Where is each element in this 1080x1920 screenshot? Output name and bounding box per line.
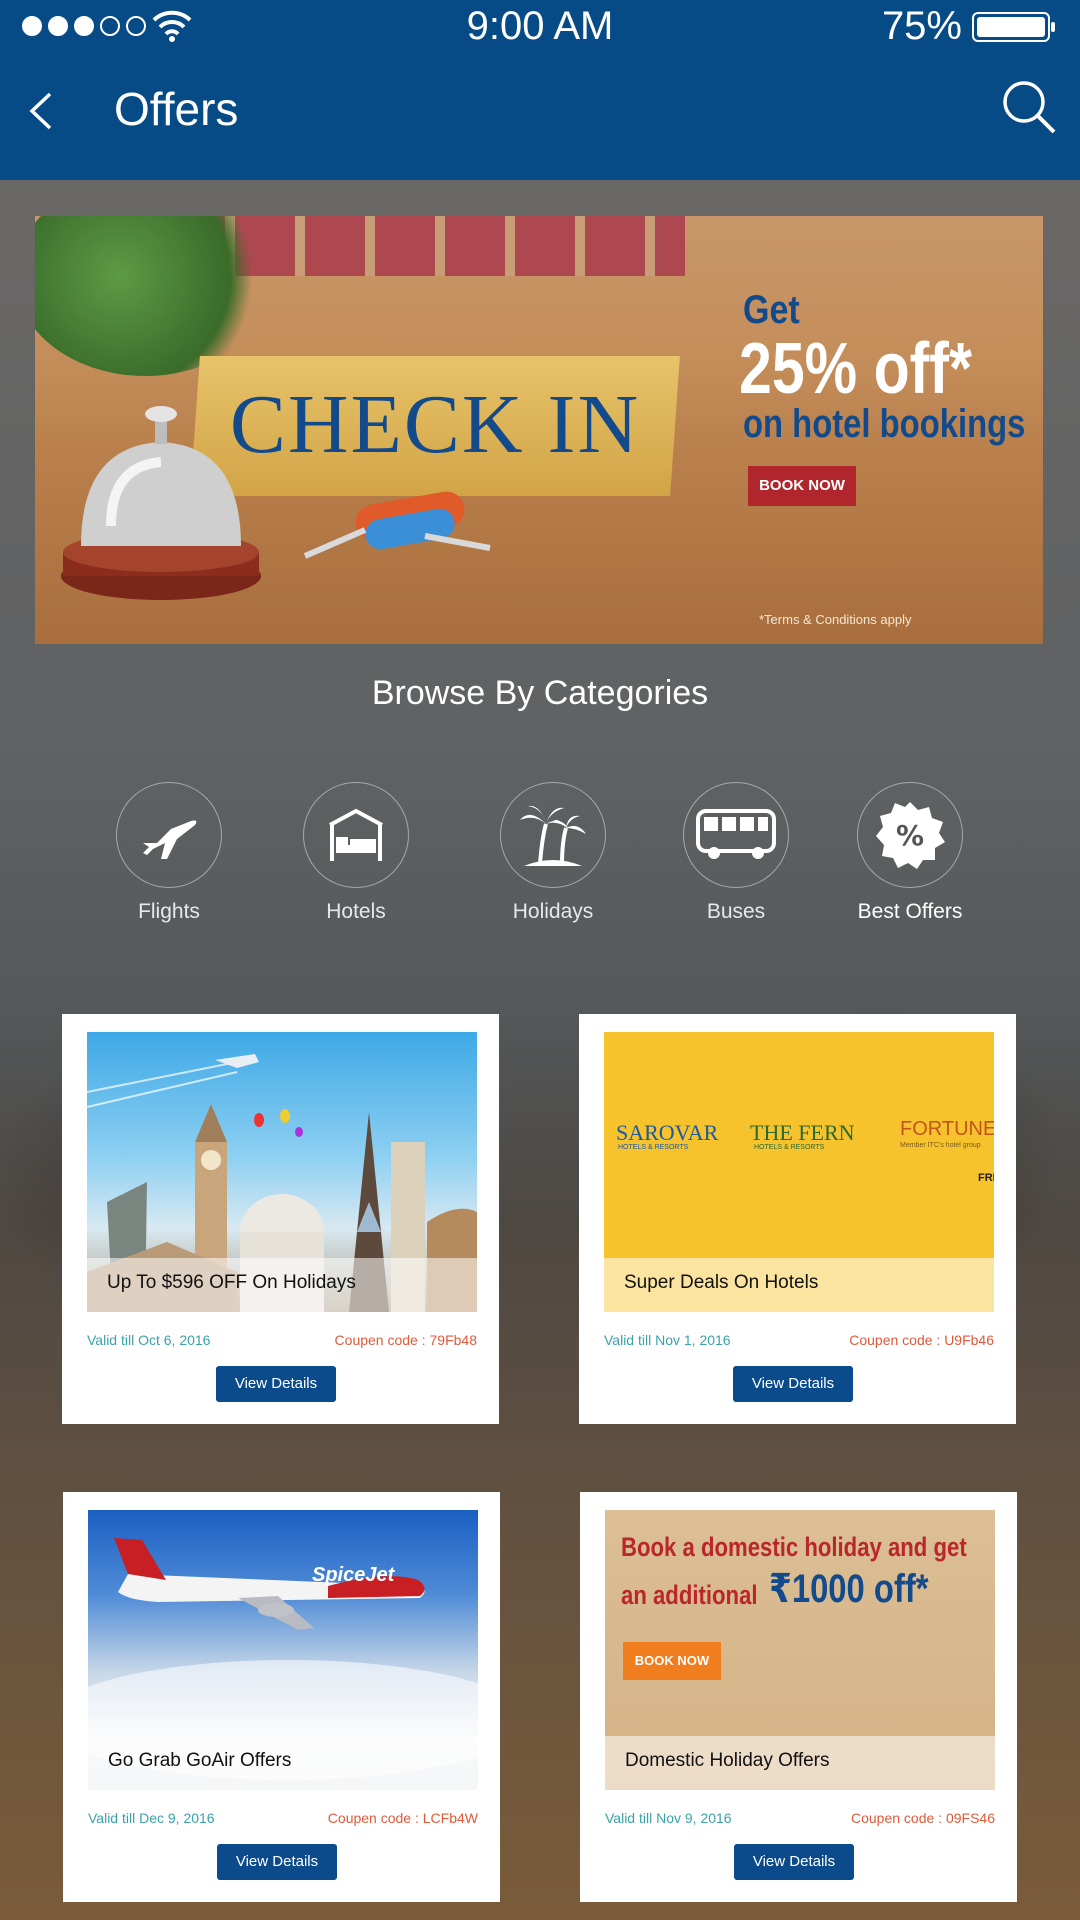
service-bell-icon [61,406,261,600]
category-flights[interactable]: Flights [89,782,249,924]
offer-coupon-code: Coupen code : LCFb4W [327,1810,478,1826]
category-label: Holidays [512,900,594,923]
banner-plant-decor [35,216,275,376]
svg-text:%: % [896,819,924,852]
offer-image-hotel-brands: SAROVAR HOTELS & RESORTS THE FERN HOTELS… [604,1032,994,1312]
offer-caption: Domestic Holiday Offers [605,1736,995,1790]
offer-image-airplane: SpiceJet Go Grab GoAir Offers [88,1510,478,1790]
view-details-button[interactable]: View Details [734,1844,854,1880]
hotel-bed-icon [329,808,383,861]
offer-coupon-code: Coupen code : 09FS46 [851,1810,995,1826]
view-details-button[interactable]: View Details [216,1366,336,1402]
search-icon[interactable] [1000,78,1058,136]
app-header: 9:00 AM 75% Offers [0,0,1080,180]
category-holidays[interactable]: Holidays [473,782,633,924]
palm-tree-icon [520,805,586,866]
offer-image-landmarks: Up To $596 OFF On Holidays [87,1032,477,1312]
brand-sarovar-sub: HOTELS & RESORTS [618,1144,689,1151]
offer-caption: Up To $596 OFF On Holidays [87,1258,477,1312]
keys-icon [303,491,491,559]
battery-icon [972,12,1055,42]
banner-terms: *Terms & Conditions apply [759,612,912,627]
promo-line1: Book a domestic holiday and get [621,1532,967,1562]
category-hotels[interactable]: Hotels [276,782,436,924]
brand-fortune-sub: Member ITC's hotel group [900,1142,981,1149]
status-bar: 9:00 AM 75% [0,0,1080,52]
battery-percent: 75% [881,4,962,48]
offer-valid-date: Valid till Dec 9, 2016 [88,1810,215,1826]
offer-valid-date: Valid till Oct 6, 2016 [87,1332,211,1348]
offer-card[interactable]: Up To $596 OFF On Holidays Valid till Oc… [62,1014,499,1424]
offer-valid-date: Valid till Nov 9, 2016 [605,1810,732,1826]
offer-card[interactable]: Book a domestic holiday and get an addit… [580,1492,1017,1902]
spicejet-logo-text: SpiceJet [312,1564,395,1586]
promo-line2b: ₹1000 off* [769,1567,929,1611]
promo-line2a: an additional [621,1580,758,1610]
brand-fortune: FORTUNE [900,1118,994,1140]
offer-image-domestic-promo: Book a domestic holiday and get an addit… [605,1510,995,1790]
page-title: Offers [114,83,239,135]
offer-card[interactable]: SAROVAR HOTELS & RESORTS THE FERN HOTELS… [579,1014,1016,1424]
offer-card[interactable]: SpiceJet Go Grab GoAir Offers Valid till… [63,1492,500,1902]
promo-book-now-button[interactable]: BOOK NOW [623,1642,721,1680]
banner-book-now-button[interactable]: BOOK NOW [748,466,856,506]
brand-the-fern: THE FERN [750,1120,855,1145]
offer-valid-date: Valid till Nov 1, 2016 [604,1332,731,1348]
back-arrow-icon[interactable] [22,88,62,134]
category-label: Best Offers [857,900,963,923]
offer-caption: Super Deals On Hotels [604,1258,994,1312]
airplane-icon [143,820,197,859]
category-list: Flights Hotels Holidays Buses % Best Off… [0,782,1080,932]
hotel-offer-banner[interactable]: CHECK IN Get 25% off* on hotel bookings … [35,216,1043,644]
brand-sarovar: SAROVAR [616,1120,719,1145]
category-best-offers[interactable]: % Best Offers [830,782,990,924]
category-label: Flights [138,900,200,923]
bus-icon [696,809,776,859]
banner-get: Get [743,288,800,332]
offer-caption: Go Grab GoAir Offers [88,1736,478,1790]
category-label: Hotels [326,900,386,923]
view-details-button[interactable]: View Details [733,1366,853,1402]
browse-categories-title: Browse By Categories [371,674,709,712]
brand-partial: FRE [978,1172,994,1184]
banner-subtitle: on hotel bookings [743,402,1026,446]
category-buses[interactable]: Buses [656,782,816,924]
offer-coupon-code: Coupen code : U9Fb46 [849,1332,994,1348]
view-details-button[interactable]: View Details [217,1844,337,1880]
offer-coupon-code: Coupen code : 79Fb48 [334,1332,477,1348]
category-label: Buses [706,900,766,923]
banner-discount: 25% off* [739,329,972,409]
percent-badge-icon: % [876,802,945,869]
brand-the-fern-sub: HOTELS & RESORTS [754,1144,825,1151]
